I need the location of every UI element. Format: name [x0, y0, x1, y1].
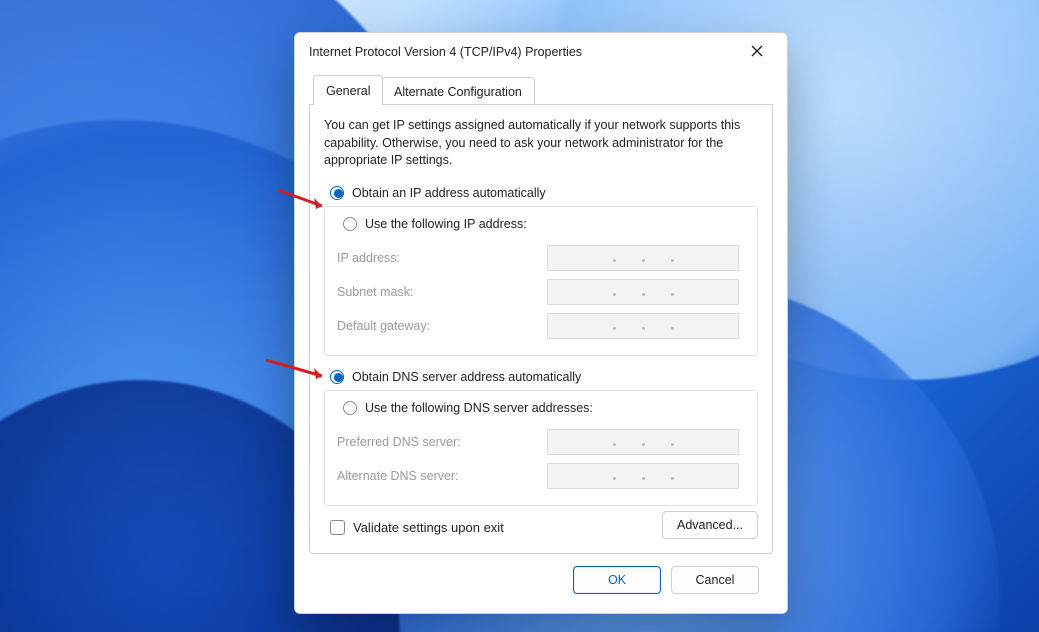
ip-octet-separator [642, 293, 645, 296]
ip-octet-separator [613, 293, 616, 296]
radio-label: Use the following DNS server addresses: [365, 401, 593, 415]
row-ip-address: IP address: [337, 243, 745, 273]
tab-general[interactable]: General [313, 75, 383, 105]
advanced-button[interactable]: Advanced... [662, 511, 758, 539]
ip-octet-separator [642, 443, 645, 446]
radio-unchecked-icon [343, 401, 357, 415]
button-label: Advanced... [677, 518, 743, 532]
ip-octet-separator [642, 259, 645, 262]
radio-checked-icon [330, 186, 344, 200]
ip-octet-separator [613, 259, 616, 262]
radio-use-following-dns[interactable]: Use the following DNS server addresses: [339, 401, 597, 415]
ip-octet-separator [671, 327, 674, 330]
dialog-title: Internet Protocol Version 4 (TCP/IPv4) P… [309, 45, 737, 59]
tab-label: Alternate Configuration [394, 85, 522, 99]
radio-label: Obtain DNS server address automatically [352, 370, 581, 384]
row-preferred-dns: Preferred DNS server: [337, 427, 745, 457]
dialog-content: General Alternate Configuration You can … [295, 71, 787, 606]
radio-obtain-ip-auto[interactable]: Obtain an IP address automatically [330, 186, 758, 200]
ip-manual-fieldset: Use the following IP address: IP address… [324, 206, 758, 356]
button-label: Cancel [696, 573, 735, 587]
ipv4-properties-dialog: Internet Protocol Version 4 (TCP/IPv4) P… [294, 32, 788, 614]
ok-button[interactable]: OK [573, 566, 661, 594]
row-default-gateway: Default gateway: [337, 311, 745, 341]
close-icon [751, 45, 763, 60]
cancel-button[interactable]: Cancel [671, 566, 759, 594]
description-text: You can get IP settings assigned automat… [324, 117, 758, 170]
label-default-gateway: Default gateway: [337, 319, 547, 333]
label-preferred-dns: Preferred DNS server: [337, 435, 547, 449]
input-alternate-dns[interactable] [547, 463, 739, 489]
input-default-gateway[interactable] [547, 313, 739, 339]
tab-alternate-configuration[interactable]: Alternate Configuration [381, 77, 535, 105]
ip-octet-separator [671, 477, 674, 480]
radio-obtain-dns-auto[interactable]: Obtain DNS server address automatically [330, 370, 758, 384]
checkbox-box-icon [330, 520, 345, 535]
checkbox-label: Validate settings upon exit [353, 520, 504, 535]
ip-octet-separator [671, 259, 674, 262]
row-alternate-dns: Alternate DNS server: [337, 461, 745, 491]
ip-octet-separator [642, 477, 645, 480]
dns-manual-fieldset: Use the following DNS server addresses: … [324, 390, 758, 506]
label-subnet-mask: Subnet mask: [337, 285, 547, 299]
dialog-footer: OK Cancel [309, 554, 773, 594]
ip-octet-separator [642, 327, 645, 330]
close-button[interactable] [737, 38, 777, 66]
tab-label: General [326, 84, 370, 98]
tab-strip: General Alternate Configuration [309, 75, 773, 105]
label-alternate-dns: Alternate DNS server: [337, 469, 547, 483]
radio-unchecked-icon [343, 217, 357, 231]
ip-octet-separator [671, 443, 674, 446]
ip-octet-separator [671, 293, 674, 296]
button-label: OK [608, 573, 626, 587]
label-ip-address: IP address: [337, 251, 547, 265]
tabpage-general: You can get IP settings assigned automat… [309, 105, 773, 554]
titlebar: Internet Protocol Version 4 (TCP/IPv4) P… [295, 33, 787, 71]
row-subnet-mask: Subnet mask: [337, 277, 745, 307]
ip-octet-separator [613, 477, 616, 480]
radio-label: Obtain an IP address automatically [352, 186, 546, 200]
ip-octet-separator [613, 443, 616, 446]
radio-label: Use the following IP address: [365, 217, 527, 231]
radio-checked-icon [330, 370, 344, 384]
desktop-background: Internet Protocol Version 4 (TCP/IPv4) P… [0, 0, 1039, 632]
input-ip-address[interactable] [547, 245, 739, 271]
input-subnet-mask[interactable] [547, 279, 739, 305]
input-preferred-dns[interactable] [547, 429, 739, 455]
ip-octet-separator [613, 327, 616, 330]
radio-use-following-ip[interactable]: Use the following IP address: [339, 217, 531, 231]
